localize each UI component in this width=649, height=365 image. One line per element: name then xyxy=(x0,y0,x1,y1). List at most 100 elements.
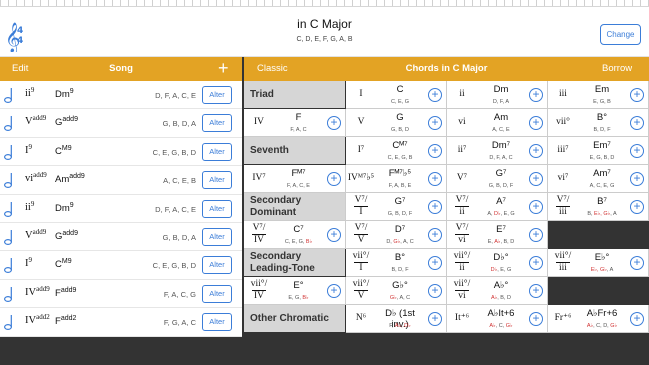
add-chord-plus-icon[interactable]: + xyxy=(529,255,543,270)
chord-cell[interactable]: V⁷/ii A⁷ A, D♭, E, G + xyxy=(447,193,548,221)
roman-numeral-bottom: I xyxy=(359,263,363,273)
chord-cell[interactable]: IV F F, A, C + xyxy=(244,109,346,137)
chord-name-ext: M9 xyxy=(61,258,72,266)
alter-button[interactable]: Alter xyxy=(202,313,232,332)
add-chord-plus-icon[interactable]: + xyxy=(529,227,543,242)
add-chord-plus-icon[interactable]: + xyxy=(529,87,543,102)
add-chord-plus-icon[interactable]: + xyxy=(630,143,644,158)
chord-cell[interactable]: vi⁷ Am⁷ A, C, E, G + xyxy=(548,165,649,193)
add-chord-plus-icon[interactable]: + xyxy=(529,115,543,130)
song-chord-row[interactable]: viadd9 Amadd9 A, C, E, B Alter xyxy=(0,166,242,195)
alter-button[interactable]: Alter xyxy=(202,142,232,161)
chord-cell[interactable]: V G G, B, D + xyxy=(346,109,447,137)
roman-numeral-text: iii⁷ xyxy=(557,145,569,155)
chord-cell[interactable]: vii°/ iii E♭° E♭, G♭, A + xyxy=(548,249,649,277)
add-chord-plus-icon[interactable]: + xyxy=(327,171,341,186)
chord-cell[interactable]: vii° B° B, D, F + xyxy=(548,109,649,137)
add-chord-plus-icon[interactable]: + xyxy=(428,87,442,102)
roman-numeral: vii°/ IV xyxy=(244,277,274,304)
chord-cell[interactable]: vii°/ vi A♭° A♭, B, D + xyxy=(447,277,548,305)
add-chord-plus-icon[interactable]: + xyxy=(428,311,442,326)
roman-numeral: iii xyxy=(548,81,578,108)
chord-notes: C, E, G, B xyxy=(387,155,413,161)
chord-cell[interactable]: V⁷ G⁷ G, B, D, F + xyxy=(447,165,548,193)
chord-name-root: Dm xyxy=(55,89,70,100)
alter-button[interactable]: Alter xyxy=(202,114,232,133)
roman-numeral: V⁷ xyxy=(447,165,477,192)
add-chord-plus-icon[interactable]: + xyxy=(630,311,644,326)
chord-cell[interactable]: V⁷/vi E⁷ E, A♭, B, D + xyxy=(447,221,548,249)
add-chord-plus-icon[interactable]: + xyxy=(630,87,644,102)
add-chord-plus-icon[interactable]: + xyxy=(529,143,543,158)
chord-cell[interactable]: V⁷/I G⁷ G, B, D, F + xyxy=(346,193,447,221)
roman-numeral-base: I xyxy=(25,258,29,270)
add-chord-plus-icon[interactable]: + xyxy=(630,199,644,214)
chord-cell[interactable]: ii Dm D, F, A + xyxy=(447,81,548,109)
song-chord-row[interactable]: IVadd2 Fadd2 F, G, A, C Alter xyxy=(0,308,242,337)
add-chord-plus-icon[interactable]: + xyxy=(428,143,442,158)
song-chord-row[interactable]: I9 CM9 C, E, G, B, D Alter xyxy=(0,251,242,280)
alter-button[interactable]: Alter xyxy=(202,171,232,190)
alter-button[interactable]: Alter xyxy=(202,284,232,303)
add-chord-plus-icon[interactable]: + xyxy=(428,115,442,130)
add-chord-plus-icon[interactable]: + xyxy=(630,115,644,130)
chord-cell[interactable]: iii Em E, G, B + xyxy=(548,81,649,109)
chord-cell[interactable]: Fr⁺⁶ A♭Fr+6 A♭, C, D, G♭ + xyxy=(548,305,649,333)
chord-cell[interactable]: V⁷/IV C⁷ C, E, G, B♭ + xyxy=(244,221,346,249)
chord-cell[interactable]: V⁷/V D⁷ D, G♭, A, C + xyxy=(346,221,447,249)
chord-cell[interactable]: N⁶ D♭ (1st inv.) F, A♭, D♭ + xyxy=(346,305,447,333)
chord-cell[interactable]: IV⁷ Fᴹ⁷ F, A, C, E + xyxy=(244,165,346,193)
chord-cell[interactable]: ii⁷ Dm⁷ D, F, A, C + xyxy=(447,137,548,165)
song-chord-row[interactable]: ii9 Dm9 D, F, A, C, E Alter xyxy=(0,81,242,110)
add-chord-plus-icon[interactable]: + xyxy=(428,171,442,186)
alter-button[interactable]: Alter xyxy=(202,227,232,246)
song-chord-row[interactable]: IVadd9 Fadd9 F, A, C, G Alter xyxy=(0,280,242,309)
add-chord-plus-icon[interactable]: + xyxy=(529,283,543,298)
song-chord-row[interactable]: I9 CM9 C, E, G, B, D Alter xyxy=(0,138,242,167)
chord-cell[interactable]: vii°/ I B° B, D, F + xyxy=(346,249,447,277)
chord-name: B⁷ xyxy=(597,196,607,207)
chord-cell[interactable]: vii°/ ii D♭° D♭, E, G + xyxy=(447,249,548,277)
roman-numeral: V⁷/vi xyxy=(447,221,477,248)
chord-cell[interactable]: vi Am A, C, E + xyxy=(447,109,548,137)
chord-notes: A♭, C, G♭ xyxy=(477,323,525,330)
song-chord-row[interactable]: ii9 Dm9 D, F, A, C, E Alter xyxy=(0,195,242,223)
add-chord-plus-icon[interactable]: + xyxy=(428,227,442,242)
song-chord-row[interactable]: Vadd9 Gadd9 G, B, D, A Alter xyxy=(0,109,242,138)
chord-cell[interactable]: iii⁷ Em⁷ E, G, B, D + xyxy=(548,137,649,165)
roman-numeral-top: vii°/ xyxy=(352,279,370,289)
borrow-button[interactable]: Borrow xyxy=(602,63,632,74)
add-chord-plus-icon[interactable]: + xyxy=(327,115,341,130)
chord-cell[interactable]: It⁺⁶ A♭It+6 A♭, C, G♭ + xyxy=(447,305,548,333)
chord-cell[interactable]: vii°/ V G♭° G♭, A, C + xyxy=(346,277,447,305)
add-chord-plus-icon[interactable]: + xyxy=(630,255,644,270)
notes-plain: E, G, xyxy=(288,295,303,301)
notes-plain: , E, G xyxy=(500,211,515,217)
chord-name-ext: add9 xyxy=(60,286,77,294)
chord-cell[interactable]: vii°/ IV E° E, G, B♭ + xyxy=(244,277,346,305)
add-chord-plus-icon[interactable]: + xyxy=(327,283,341,298)
song-chord-row[interactable]: Vadd9 Gadd9 G, B, D, A Alter xyxy=(0,223,242,252)
add-chord-plus-icon[interactable]: + xyxy=(428,199,442,214)
add-chord-plus-icon[interactable]: + xyxy=(630,171,644,186)
add-chord-button[interactable]: + xyxy=(218,58,229,79)
alter-button[interactable]: Alter xyxy=(202,256,232,275)
add-chord-plus-icon[interactable]: + xyxy=(529,171,543,186)
chord-cell[interactable]: V⁷/iii B⁷ B, E♭, G♭, A + xyxy=(548,193,649,221)
change-key-button[interactable]: Change xyxy=(600,24,641,45)
alter-button[interactable]: Alter xyxy=(202,86,232,104)
roman-numeral: N⁶ xyxy=(346,305,376,332)
music-note-icon xyxy=(3,229,14,245)
add-chord-plus-icon[interactable]: + xyxy=(428,255,442,270)
add-chord-plus-icon[interactable]: + xyxy=(327,227,341,242)
chord-name-ext: add9 xyxy=(62,116,78,124)
notes-plain: , C, xyxy=(495,323,506,329)
add-chord-plus-icon[interactable]: + xyxy=(428,283,442,298)
alter-button[interactable]: Alter xyxy=(202,199,232,218)
chord-cell[interactable]: I⁷ Cᴹ⁷ C, E, G, B + xyxy=(346,137,447,165)
chord-cell[interactable]: I C C, E, G + xyxy=(346,81,447,109)
notes-chromatic: D♭ xyxy=(494,211,501,217)
chord-cell[interactable]: IVᴹ⁷♭⁵ Fᴹ⁷♭⁵ F, A, B, E + xyxy=(346,165,447,193)
add-chord-plus-icon[interactable]: + xyxy=(529,199,543,214)
add-chord-plus-icon[interactable]: + xyxy=(529,311,543,326)
